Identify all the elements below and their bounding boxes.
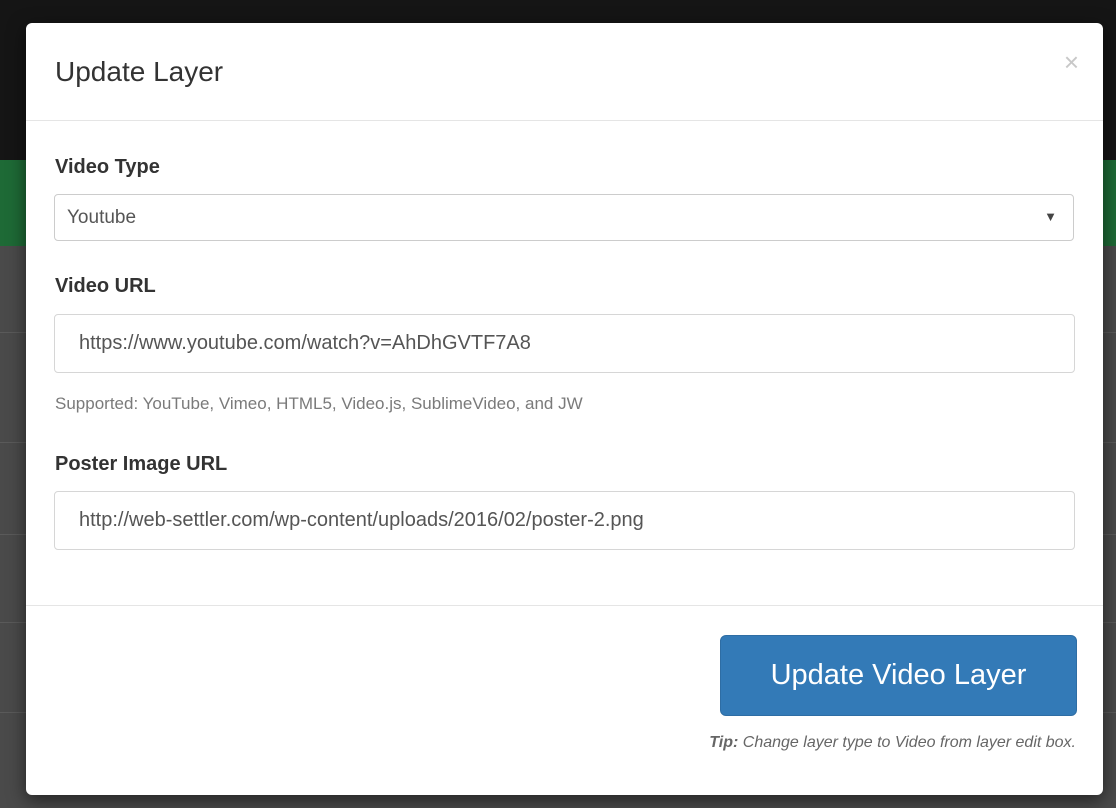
- video-url-value: https://www.youtube.com/watch?v=AhDhGVTF…: [79, 332, 531, 354]
- tip-label: Tip:: [709, 734, 739, 751]
- video-url-input[interactable]: https://www.youtube.com/watch?v=AhDhGVTF…: [54, 314, 1075, 373]
- update-layer-modal: Update Layer × Video Type Youtube ▼ Vide…: [26, 23, 1103, 795]
- footer-divider: [26, 605, 1103, 606]
- update-video-layer-button[interactable]: Update Video Layer: [720, 635, 1077, 716]
- video-type-selected-value: Youtube: [67, 207, 137, 228]
- caret-down-icon: ▼: [1044, 209, 1057, 224]
- poster-image-url-input[interactable]: http://web-settler.com/wp-content/upload…: [54, 491, 1075, 550]
- close-icon[interactable]: ×: [1064, 49, 1079, 75]
- video-type-select[interactable]: Youtube ▼: [54, 194, 1074, 241]
- modal-title: Update Layer: [55, 56, 224, 87]
- poster-image-url-value: http://web-settler.com/wp-content/upload…: [79, 509, 644, 531]
- video-type-label: Video Type: [55, 156, 160, 178]
- modal-header: Update Layer ×: [26, 23, 1103, 121]
- poster-image-url-label: Poster Image URL: [55, 453, 228, 475]
- tip-message: Change layer type to Video from layer ed…: [738, 734, 1076, 751]
- video-url-label: Video URL: [55, 275, 156, 297]
- supported-players-help: Supported: YouTube, Vimeo, HTML5, Video.…: [55, 394, 583, 413]
- tip-text: Tip: Change layer type to Video from lay…: [709, 734, 1076, 752]
